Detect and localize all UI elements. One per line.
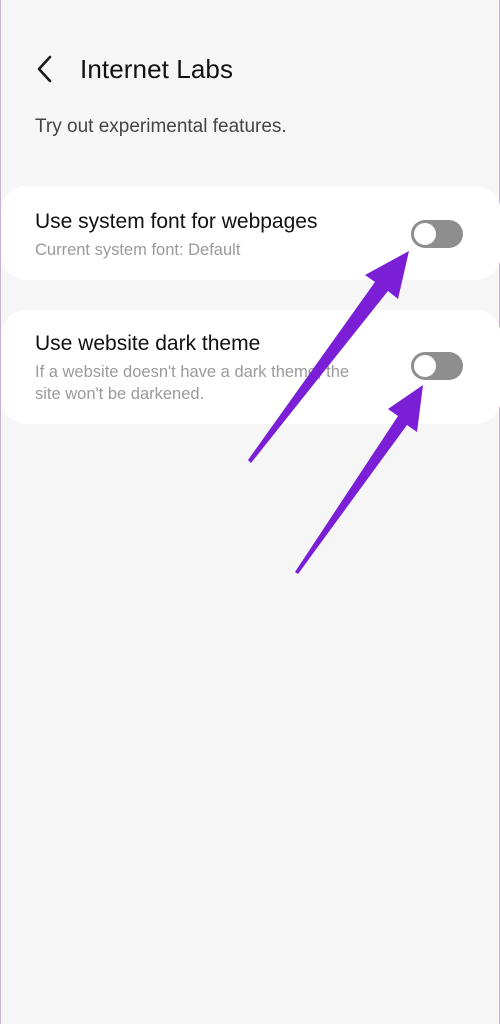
setting-description: If a website doesn't have a dark theme, … bbox=[35, 363, 350, 403]
dark-theme-toggle[interactable] bbox=[411, 352, 463, 380]
toggle-knob bbox=[412, 221, 438, 247]
back-button[interactable] bbox=[27, 52, 63, 86]
setting-website-dark-theme[interactable]: Use website dark theme If a website does… bbox=[1, 310, 500, 424]
setting-description: Current system font: Default bbox=[35, 241, 241, 259]
setting-title: Use website dark theme bbox=[35, 332, 261, 355]
app-bar: Internet Labs bbox=[1, 40, 500, 96]
setting-title: Use system font for webpages bbox=[35, 210, 318, 233]
toggle-knob bbox=[412, 353, 438, 379]
setting-system-font[interactable]: Use system font for webpages Current sys… bbox=[1, 186, 500, 280]
chevron-left-icon bbox=[37, 55, 52, 83]
system-font-toggle[interactable] bbox=[411, 220, 463, 248]
annotation-arrows bbox=[248, 251, 423, 574]
page-title: Internet Labs bbox=[80, 54, 234, 84]
internet-labs-screen: Internet Labs Try out experimental featu… bbox=[0, 0, 500, 1024]
page-subtitle: Try out experimental features. bbox=[35, 116, 287, 137]
